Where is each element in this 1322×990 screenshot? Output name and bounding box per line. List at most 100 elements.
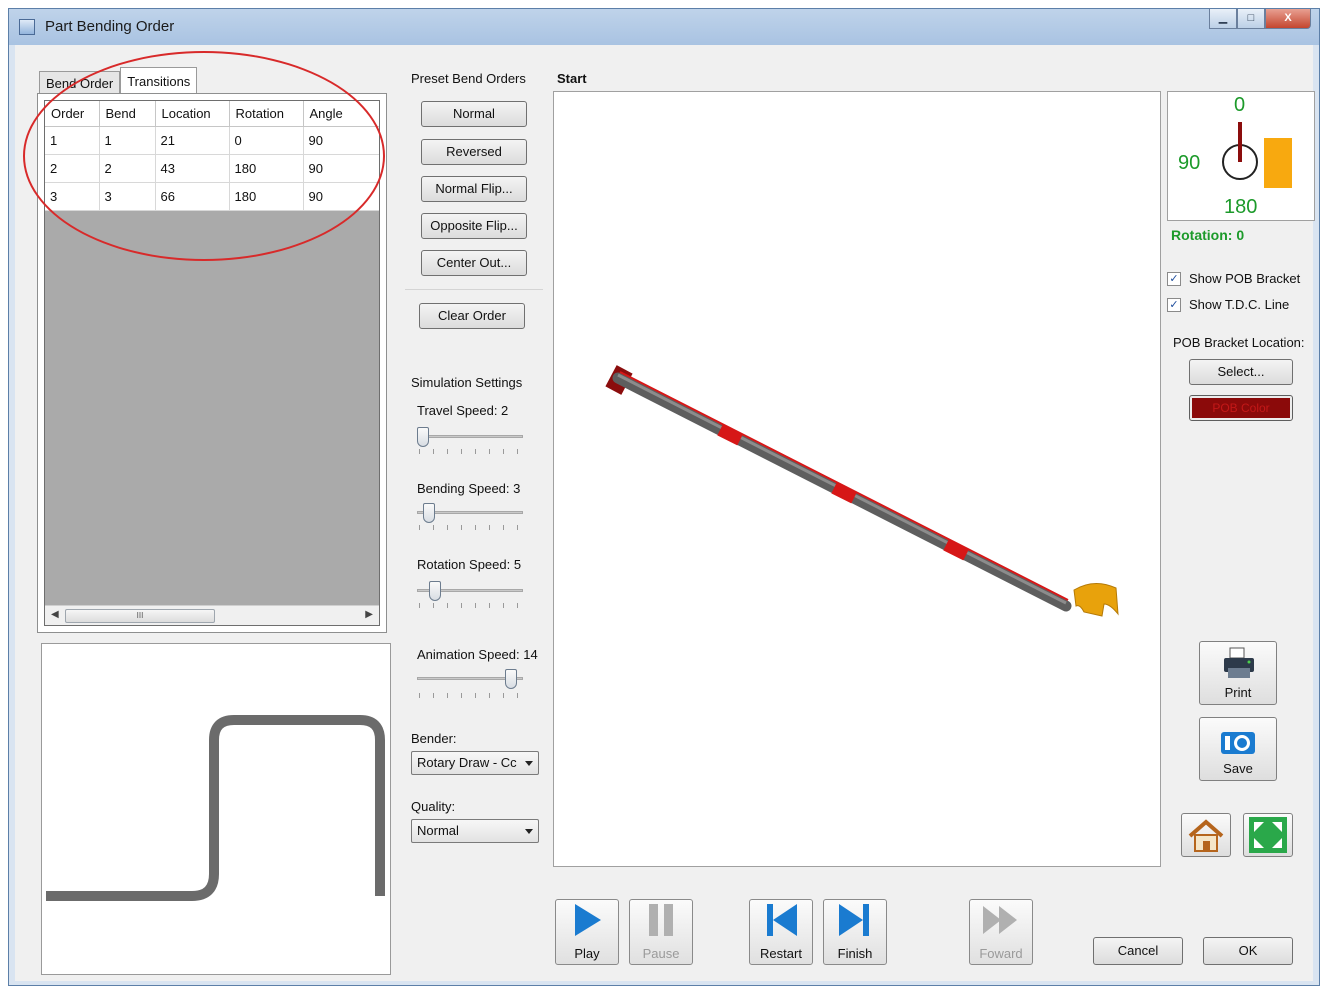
reversed-button[interactable]: Reversed [421,139,527,165]
table-row[interactable]: 1 1 21 0 90 [45,126,379,155]
animation-speed-label: Animation Speed: 14 [417,647,538,662]
table-cell[interactable]: 0 [229,126,304,155]
print-button[interactable]: Print [1199,641,1277,705]
column-header-rotation[interactable]: Rotation [229,101,304,127]
show-pob-bracket-row[interactable]: ✓ Show POB Bracket [1167,271,1300,286]
home-view-button[interactable] [1181,813,1231,857]
printer-icon [1224,647,1254,678]
app-icon [19,19,35,35]
quality-label: Quality: [411,799,456,814]
tab-panel: Order Bend Location Rotation Angle 1 1 2… [37,93,387,633]
finish-button[interactable]: Finish [823,899,887,965]
part-bending-order-window: Part Bending Order ▁ □ X Bend Order Tran… [8,8,1320,986]
quality-select[interactable]: Normal [411,819,539,843]
save-label: Save [1223,761,1253,776]
table-cell[interactable]: 66 [155,182,230,211]
tab-transitions[interactable]: Transitions [120,67,198,93]
table-cell[interactable]: 1 [45,126,100,155]
scrollbar-thumb[interactable]: III [65,609,215,623]
restart-button[interactable]: Restart [749,899,813,965]
bender-select[interactable]: Rotary Draw - Cc [411,751,539,775]
bender-label: Bender: [411,731,457,746]
bend-profile-drawing [46,715,385,901]
table-cell[interactable]: 180 [229,182,304,211]
animation-speed-slider[interactable] [505,669,517,689]
show-tdc-line-label: Show T.D.C. Line [1189,297,1290,312]
bender-select-value: Rotary Draw - Cc [417,755,517,770]
save-button[interactable]: Save [1199,717,1277,781]
pob-color-button[interactable]: POB Color [1189,395,1293,421]
chevron-down-icon [525,829,533,834]
table-cell[interactable]: 90 [303,126,379,155]
table-cell[interactable]: 1 [99,126,156,155]
column-header-location[interactable]: Location [155,101,230,127]
show-tdc-line-checkbox[interactable]: ✓ [1167,297,1181,312]
scroll-left-icon[interactable]: ◀ [51,609,59,620]
center-out-button[interactable]: Center Out... [421,250,527,276]
opposite-flip-button[interactable]: Opposite Flip... [421,213,527,239]
bend-die [1073,583,1119,617]
table-cell[interactable]: 90 [303,154,379,183]
column-header-order[interactable]: Order [45,101,100,127]
cancel-button[interactable]: Cancel [1093,937,1183,965]
show-pob-bracket-label: Show POB Bracket [1189,271,1301,286]
clear-order-button[interactable]: Clear Order [419,303,525,329]
rotation-dial: 0 90 180 [1167,91,1315,221]
bend-order-table: Order Bend Location Rotation Angle 1 1 2… [45,101,379,211]
scroll-right-icon[interactable]: ▶ [365,609,373,620]
minimize-button[interactable]: ▁ [1209,9,1237,29]
bending-speed-slider[interactable] [423,503,435,523]
travel-speed-track[interactable] [417,435,523,438]
travel-speed-slider[interactable] [417,427,429,447]
forward-button[interactable]: Foward [969,899,1033,965]
home-icon [1188,819,1224,852]
restart-label: Restart [760,946,802,961]
table-cell[interactable]: 43 [155,154,230,183]
camera-icon [1221,732,1255,754]
table-row[interactable]: 2 2 43 180 90 [45,154,379,183]
table-cell[interactable]: 90 [303,182,379,211]
maximize-button[interactable]: □ [1237,9,1265,29]
title-bar: Part Bending Order ▁ □ X [9,9,1319,45]
table-cell[interactable]: 2 [99,154,156,183]
pob-color-swatch: POB Color [1192,398,1290,418]
table-cell[interactable]: 180 [229,154,304,183]
rotation-readout: Rotation: 0 [1171,227,1245,243]
finish-label: Finish [837,946,873,961]
bending-speed-label: Bending Speed: 3 [417,481,521,496]
finish-icon [839,904,869,936]
bend-order-grid[interactable]: Order Bend Location Rotation Angle 1 1 2… [44,100,380,626]
column-header-bend[interactable]: Bend [99,101,156,127]
restart-icon [767,904,797,936]
pause-label: Pause [642,946,680,961]
select-button[interactable]: Select... [1189,359,1293,385]
show-tdc-line-row[interactable]: ✓ Show T.D.C. Line [1167,297,1289,312]
table-cell[interactable]: 2 [45,154,100,183]
fit-view-button[interactable] [1243,813,1293,857]
rotation-speed-slider[interactable] [429,581,441,601]
ok-button[interactable]: OK [1203,937,1293,965]
horizontal-scrollbar[interactable]: ◀ III ▶ [45,605,379,625]
normal-flip-button[interactable]: Normal Flip... [421,176,527,202]
pipe-3d-model [605,365,1119,617]
play-button[interactable]: Play [555,899,619,965]
table-cell[interactable]: 3 [99,182,156,211]
chevron-down-icon [525,761,533,766]
dialog-client-area: Bend Order Transitions Order Bend Locati… [15,45,1315,981]
simulation-state-label: Start [557,71,587,86]
show-pob-bracket-checkbox[interactable]: ✓ [1167,271,1181,286]
3d-viewport[interactable] [553,91,1161,867]
play-label: Play [574,946,600,961]
animation-speed-ticks [419,693,523,698]
close-button[interactable]: X [1265,9,1311,29]
fast-forward-icon [983,906,1017,934]
pause-button[interactable]: Pause [629,899,693,965]
window-title: Part Bending Order [45,18,175,35]
normal-button[interactable]: Normal [421,101,527,127]
pause-icon [649,904,673,936]
table-cell[interactable]: 3 [45,182,100,211]
table-row[interactable]: 3 3 66 180 90 [45,182,379,211]
column-header-angle[interactable]: Angle [303,101,379,127]
tab-bend-order[interactable]: Bend Order [39,71,121,93]
table-cell[interactable]: 21 [155,126,230,155]
